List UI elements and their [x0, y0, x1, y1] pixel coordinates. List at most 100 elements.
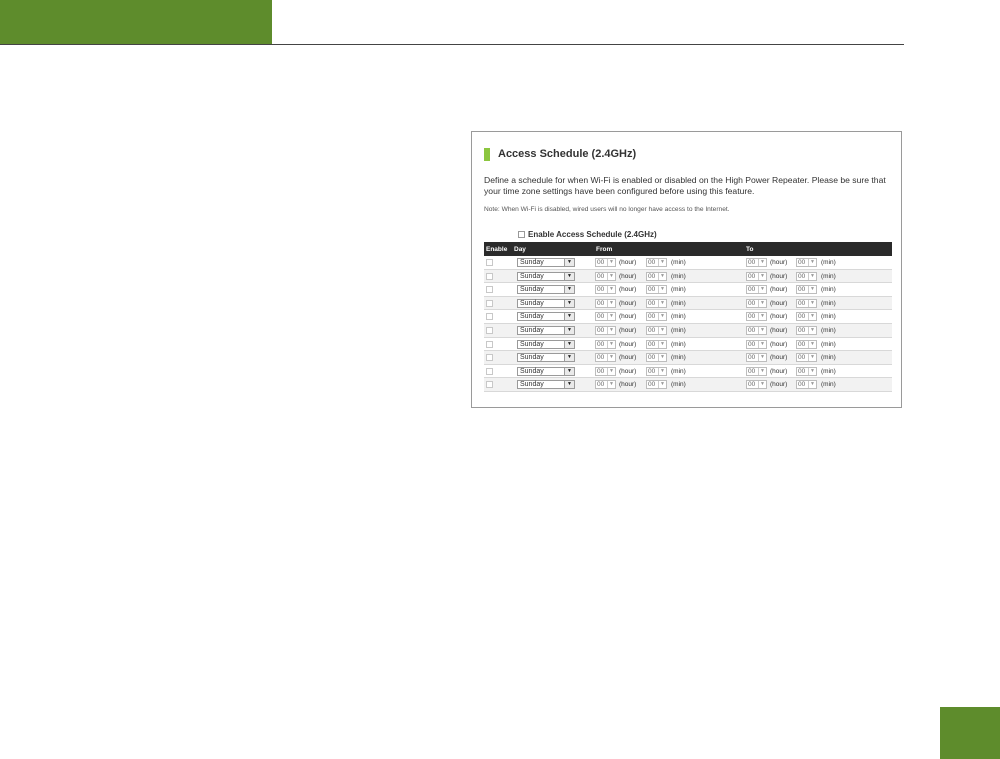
day-select[interactable]: Sunday ▼: [517, 298, 575, 308]
to-hour-select[interactable]: 00 ▼: [746, 285, 767, 295]
chevron-down-icon: ▼: [808, 381, 816, 389]
from-hour-select[interactable]: 00 ▼: [595, 325, 616, 335]
hour-unit: (hour): [770, 367, 788, 375]
from-hour-select[interactable]: 00 ▼: [595, 353, 616, 363]
day-select[interactable]: Sunday ▼: [517, 366, 575, 376]
from-min-select[interactable]: 00 ▼: [646, 285, 667, 295]
from-hour-select[interactable]: 00 ▼: [595, 258, 616, 267]
to-min-value: 00: [798, 259, 806, 266]
row-enable-checkbox[interactable]: [486, 272, 493, 280]
chevron-down-icon: ▼: [808, 367, 816, 375]
to-min-select[interactable]: 00 ▼: [796, 312, 817, 322]
to-hour-select[interactable]: 00 ▼: [746, 271, 767, 281]
chevron-down-icon: ▼: [607, 286, 615, 294]
panel-title: Access Schedule (2.4GHz): [498, 148, 637, 160]
to-hour-select[interactable]: 00 ▼: [746, 258, 767, 267]
table-row: Sunday ▼ 00 ▼ (hour) 00 ▼ (min) 00 ▼ (hour) 00 ▼ (min…: [484, 269, 892, 284]
to-hour-select[interactable]: 00 ▼: [746, 380, 767, 390]
to-min-value: 00: [798, 381, 806, 389]
from-min-select[interactable]: 00 ▼: [646, 312, 667, 322]
to-hour-select[interactable]: 00 ▼: [746, 339, 767, 349]
chevron-down-icon: ▼: [658, 354, 666, 362]
row-enable-checkbox[interactable]: [486, 286, 493, 294]
to-min-select[interactable]: 00 ▼: [796, 380, 817, 390]
to-hour-value: 00: [748, 299, 756, 307]
chevron-down-icon: ▼: [658, 299, 666, 307]
from-min-select[interactable]: 00 ▼: [646, 258, 667, 267]
min-unit: (min): [821, 313, 836, 321]
to-min-select[interactable]: 00 ▼: [796, 339, 817, 349]
from-min-select[interactable]: 00 ▼: [646, 271, 667, 281]
enable-schedule-checkbox[interactable]: [518, 230, 525, 238]
from-min-select[interactable]: 00 ▼: [646, 339, 667, 349]
chevron-down-icon: ▼: [658, 259, 666, 266]
from-min-value: 00: [648, 272, 656, 280]
from-hour-select[interactable]: 00 ▼: [595, 271, 616, 281]
chevron-down-icon: ▼: [607, 259, 615, 266]
from-min-select[interactable]: 00 ▼: [646, 298, 667, 308]
row-enable-checkbox[interactable]: [486, 326, 493, 334]
day-select[interactable]: Sunday ▼: [517, 258, 575, 267]
chevron-down-icon: ▼: [564, 381, 574, 389]
day-select[interactable]: Sunday ▼: [517, 285, 575, 295]
chevron-down-icon: ▼: [564, 259, 574, 266]
day-select[interactable]: Sunday ▼: [517, 380, 575, 390]
from-min-select[interactable]: 00 ▼: [646, 353, 667, 363]
hour-unit: (hour): [770, 259, 788, 266]
from-min-select[interactable]: 00 ▼: [646, 325, 667, 335]
day-select[interactable]: Sunday ▼: [517, 325, 575, 335]
hour-unit: (hour): [770, 326, 788, 334]
from-hour-select[interactable]: 00 ▼: [595, 380, 616, 390]
chevron-down-icon: ▼: [607, 272, 615, 280]
to-min-select[interactable]: 00 ▼: [796, 366, 817, 376]
from-hour-select[interactable]: 00 ▼: [595, 366, 616, 376]
chevron-down-icon: ▼: [658, 326, 666, 334]
enable-schedule-toggle[interactable]: Enable Access Schedule (2.4GHz): [518, 229, 657, 239]
chevron-down-icon: ▼: [658, 367, 666, 375]
chevron-down-icon: ▼: [564, 299, 574, 307]
hour-unit: (hour): [770, 286, 788, 294]
from-hour-select[interactable]: 00 ▼: [595, 312, 616, 322]
to-min-select[interactable]: 00 ▼: [796, 271, 817, 281]
from-hour-select[interactable]: 00 ▼: [595, 298, 616, 308]
min-unit: (min): [821, 259, 836, 266]
to-min-select[interactable]: 00 ▼: [796, 298, 817, 308]
min-unit: (min): [671, 367, 686, 375]
to-min-value: 00: [798, 354, 806, 362]
header-to: To: [746, 246, 754, 253]
to-hour-select[interactable]: 00 ▼: [746, 366, 767, 376]
row-enable-checkbox[interactable]: [486, 381, 493, 389]
hour-unit: (hour): [770, 381, 788, 389]
chevron-down-icon: ▼: [758, 272, 766, 280]
header-from: From: [596, 246, 613, 253]
panel-note: Note: When Wi-Fi is disabled, wired user…: [484, 206, 730, 213]
day-select[interactable]: Sunday ▼: [517, 271, 575, 281]
row-enable-checkbox[interactable]: [486, 313, 493, 321]
row-enable-checkbox[interactable]: [486, 354, 493, 362]
row-enable-checkbox[interactable]: [486, 367, 493, 375]
from-hour-select[interactable]: 00 ▼: [595, 339, 616, 349]
chevron-down-icon: ▼: [607, 299, 615, 307]
table-row: Sunday ▼ 00 ▼ (hour) 00 ▼ (min) 00 ▼ (hour) 00 ▼ (min…: [484, 351, 892, 365]
row-enable-checkbox[interactable]: [486, 299, 493, 307]
to-min-select[interactable]: 00 ▼: [796, 258, 817, 267]
day-select[interactable]: Sunday ▼: [517, 353, 575, 363]
to-hour-select[interactable]: 00 ▼: [746, 325, 767, 335]
from-min-value: 00: [648, 299, 656, 307]
to-min-select[interactable]: 00 ▼: [796, 285, 817, 295]
to-hour-select[interactable]: 00 ▼: [746, 353, 767, 363]
day-select-value: Sunday: [520, 299, 544, 307]
to-min-select[interactable]: 00 ▼: [796, 325, 817, 335]
row-enable-checkbox[interactable]: [486, 340, 493, 348]
row-enable-checkbox[interactable]: [486, 259, 493, 266]
day-select[interactable]: Sunday ▼: [517, 312, 575, 322]
from-hour-select[interactable]: 00 ▼: [595, 285, 616, 295]
to-hour-select[interactable]: 00 ▼: [746, 298, 767, 308]
to-min-select[interactable]: 00 ▼: [796, 353, 817, 363]
hour-unit: (hour): [619, 354, 637, 362]
day-select[interactable]: Sunday ▼: [517, 339, 575, 349]
to-hour-select[interactable]: 00 ▼: [746, 312, 767, 322]
from-min-select[interactable]: 00 ▼: [646, 380, 667, 390]
from-min-select[interactable]: 00 ▼: [646, 366, 667, 376]
chevron-down-icon: ▼: [658, 272, 666, 280]
